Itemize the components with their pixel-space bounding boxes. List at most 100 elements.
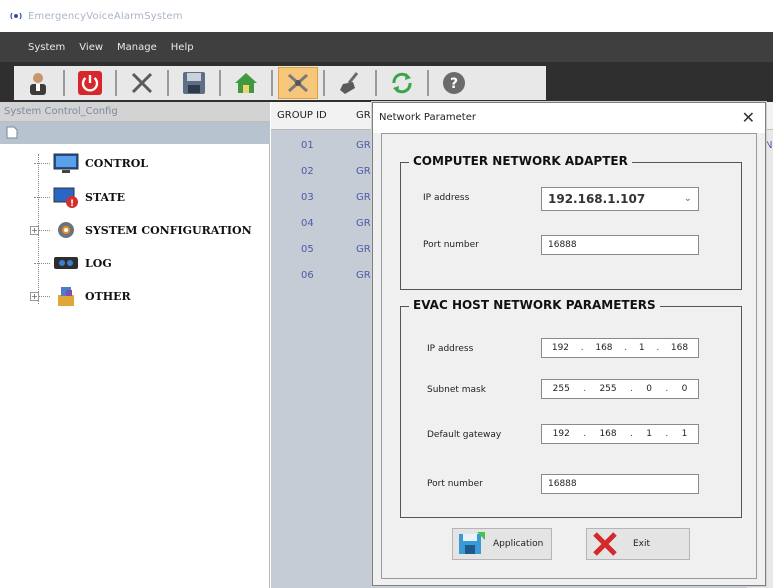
save-button[interactable]: [174, 67, 214, 99]
table-cell-id[interactable]: 03: [301, 192, 314, 203]
ip-octet: 0: [681, 384, 688, 394]
table-cell-id[interactable]: 05: [301, 244, 314, 255]
evac-port-input[interactable]: 16888: [541, 474, 699, 494]
tree-item-log[interactable]: LOG: [34, 250, 112, 276]
help-button[interactable]: ?: [434, 67, 474, 99]
user-icon: [30, 73, 46, 95]
network-parameter-dialog: Network Parameter ✕ COMPUTER NETWORK ADA…: [372, 102, 766, 586]
user-button[interactable]: [18, 67, 58, 99]
tree-item-label: STATE: [85, 190, 126, 204]
tree-expander[interactable]: +: [30, 226, 39, 235]
subnet-mask-label: Subnet mask: [427, 385, 486, 395]
tree-connector: [34, 262, 50, 264]
dialog-title: Network Parameter: [379, 112, 476, 123]
tree-connector: [34, 196, 50, 198]
ip-dot: .: [624, 343, 628, 353]
table-cell-id[interactable]: 06: [301, 270, 314, 281]
computer-network-adapter-group: COMPUTER NETWORK ADAPTER IP address 192.…: [400, 154, 742, 290]
ip-octet: 192: [551, 343, 570, 353]
broom-button[interactable]: [330, 67, 370, 99]
evac-ip-input[interactable]: 192. 168. 1. 168: [541, 338, 699, 358]
menu-view[interactable]: View: [79, 42, 103, 53]
svg-text:!: !: [70, 199, 74, 208]
table-cell-id[interactable]: 04: [301, 218, 314, 229]
ip-dot: .: [580, 343, 584, 353]
refresh-button[interactable]: [382, 67, 422, 99]
tree-item-state[interactable]: ! STATE: [34, 184, 125, 210]
document-icon[interactable]: [6, 126, 18, 139]
home-button[interactable]: [226, 67, 266, 99]
left-panel-header: System Control_Config: [0, 102, 270, 122]
group-title: COMPUTER NETWORK ADAPTER: [409, 154, 632, 168]
gear-icon: [58, 222, 74, 238]
power-button[interactable]: [70, 67, 110, 99]
group-title: EVAC HOST NETWORK PARAMETERS: [409, 298, 660, 312]
ip-octet: 255: [599, 384, 617, 394]
exit-button[interactable]: Exit: [586, 528, 690, 560]
column-header-group-id[interactable]: GROUP ID: [277, 110, 327, 121]
ip-octet: 1: [646, 429, 652, 439]
ip-dot: .: [656, 343, 660, 353]
left-panel-subheader: [0, 122, 270, 144]
tools-icon: [131, 72, 153, 94]
home-icon: [235, 73, 257, 93]
default-gateway-label: Default gateway: [427, 430, 502, 440]
toolbar-separator: [427, 70, 429, 96]
table-cell-edge: N: [765, 140, 773, 151]
toolbar-separator: [63, 70, 65, 96]
toolbar-separator: [271, 70, 273, 96]
tree-item-other[interactable]: + OTHER: [30, 283, 131, 309]
tree-item-control[interactable]: CONTROL: [34, 150, 148, 176]
dialog-body: COMPUTER NETWORK ADAPTER IP address 192.…: [381, 133, 757, 579]
network-icon: [288, 73, 308, 93]
toolbar-separator: [115, 70, 117, 96]
dialog-title-bar: Network Parameter ✕: [373, 103, 765, 133]
toolbar-separator: [219, 70, 221, 96]
ip-dot: .: [630, 429, 633, 439]
port-number-label: Port number: [423, 240, 479, 250]
toolbar-separator: [323, 70, 325, 96]
computer-ip-select[interactable]: 192.168.1.107 ⌄: [541, 187, 699, 211]
exit-button-label: Exit: [633, 539, 651, 549]
apply-icon: [459, 532, 485, 554]
network-button[interactable]: [278, 67, 318, 99]
evac-host-network-group: EVAC HOST NETWORK PARAMETERS IP address …: [400, 298, 742, 518]
menu-system[interactable]: System: [28, 42, 65, 53]
ip-octet: 168: [595, 343, 613, 353]
ip-octet: 168: [599, 429, 617, 439]
toolbar-separator: [375, 70, 377, 96]
ip-dot: .: [583, 429, 587, 439]
computer-ip-value: 192.168.1.107: [548, 192, 646, 206]
chevron-down-icon[interactable]: ⌄: [684, 193, 692, 204]
ip-address-label: IP address: [427, 344, 474, 354]
ip-dot: .: [665, 384, 669, 394]
menu-manage[interactable]: Manage: [117, 42, 157, 53]
menu-help[interactable]: Help: [171, 42, 194, 53]
ip-address-label: IP address: [423, 193, 470, 203]
table-cell-id[interactable]: 02: [301, 166, 314, 177]
tools-button[interactable]: [122, 67, 162, 99]
tree-expander[interactable]: +: [30, 292, 39, 301]
state-icon: !: [53, 187, 78, 208]
close-icon[interactable]: ✕: [742, 108, 755, 127]
title-bar: EmergencyVoiceAlarmSystem: [0, 0, 773, 32]
ip-octet: 168: [670, 343, 689, 353]
other-icon: [58, 287, 74, 306]
ip-dot: .: [630, 384, 633, 394]
table-cell-id[interactable]: 01: [301, 140, 314, 151]
application-button[interactable]: Application: [452, 528, 552, 560]
tree-item-label: SYSTEM CONFIGURATION: [85, 223, 252, 237]
ip-octet: 192: [552, 429, 570, 439]
evac-subnet-input[interactable]: 255. 255. 0. 0: [541, 379, 699, 399]
ip-octet: 0: [646, 384, 652, 394]
evac-gateway-input[interactable]: 192. 168. 1. 1: [541, 424, 699, 444]
ip-octet: 1: [681, 429, 688, 439]
menu-bar: System View Manage Help: [0, 32, 773, 62]
refresh-icon: [392, 72, 412, 94]
evac-port-value: 16888: [548, 479, 577, 489]
tree-item-system-configuration[interactable]: + SYSTEM CONFIGURATION: [30, 217, 252, 243]
computer-port-input[interactable]: 16888: [541, 235, 699, 255]
ip-dot: .: [665, 429, 669, 439]
log-icon: [54, 257, 78, 269]
toolbar-strip: ?: [14, 66, 546, 100]
